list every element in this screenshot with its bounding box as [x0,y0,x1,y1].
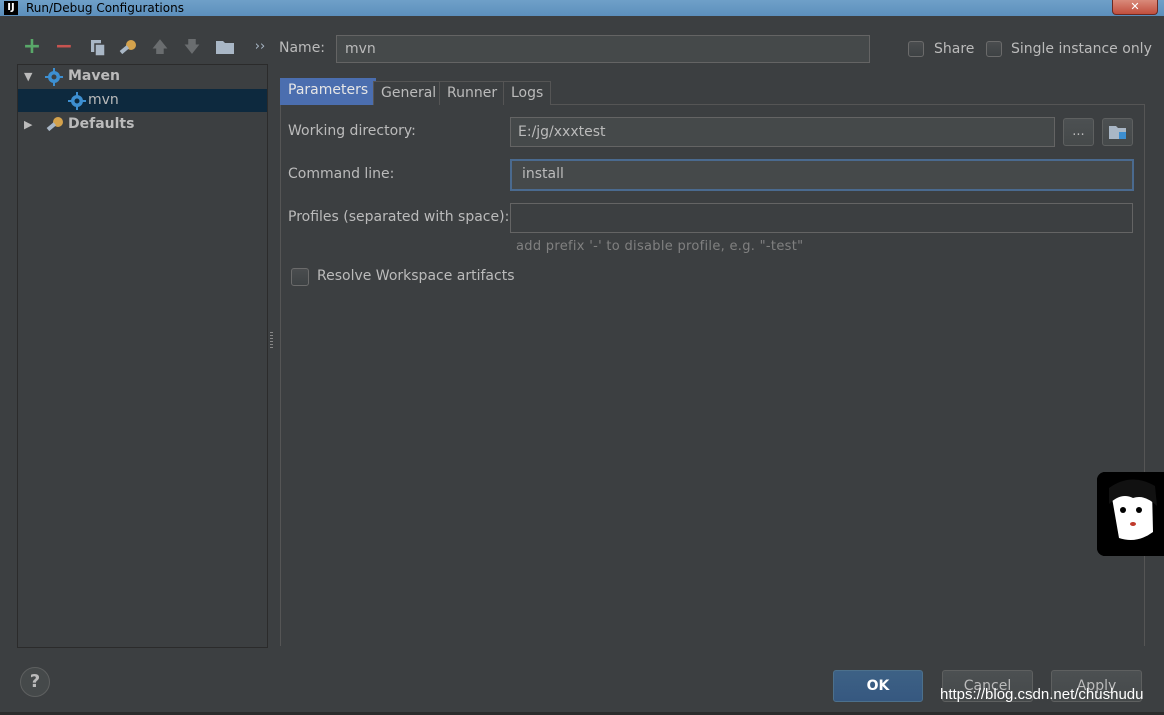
configuration-tree: ▼ Maven mvn ▶ Defaults [17,64,268,648]
copy-icon[interactable] [86,36,110,58]
more-icon[interactable]: ›› [248,36,272,58]
profiles-input[interactable] [510,203,1133,233]
tree-item-label: mvn [88,92,119,108]
avatar-widget[interactable] [1097,472,1164,556]
watermark-text: https://blog.csdn.net/chushudu [940,686,1144,703]
remove-icon[interactable]: − [52,36,76,58]
resolve-workspace-label: Resolve Workspace artifacts [317,268,515,284]
ok-button[interactable]: OK [833,670,923,702]
add-icon[interactable]: + [20,36,44,58]
folder-icon[interactable] [213,36,237,58]
avatar-image [1097,472,1164,556]
single-instance-label: Single instance only [1011,41,1152,57]
splitter-handle[interactable] [270,332,273,350]
working-directory-label: Working directory: [288,123,416,139]
app-icon: IJ [4,1,18,15]
name-label: Name: [279,40,326,56]
maven-gear-icon [68,92,86,110]
window-title: Run/Debug Configurations [26,1,184,15]
share-checkbox[interactable] [908,41,924,57]
tree-item-label: Defaults [68,116,135,132]
command-line-label: Command line: [288,166,395,182]
profiles-label: Profiles (separated with space): [288,209,510,225]
tree-item-mvn[interactable]: mvn [18,89,267,112]
folder-module-icon [1108,126,1126,139]
name-input[interactable]: mvn [336,35,870,63]
collapsed-arrow-icon[interactable]: ▶ [24,113,36,136]
move-down-icon[interactable]: 🡇 [180,36,204,58]
tree-item-defaults[interactable]: ▶ Defaults [18,113,267,136]
move-up-icon[interactable]: 🡅 [148,36,172,58]
expanded-arrow-icon[interactable]: ▼ [24,65,36,88]
working-directory-input[interactable]: E:/jg/xxxtest [510,117,1055,147]
title-bar: IJ Run/Debug Configurations ✕ [0,0,1164,16]
profiles-hint: add prefix '-' to disable profile, e.g. … [516,239,804,254]
tree-item-label: Maven [68,68,120,84]
share-label: Share [934,41,975,57]
single-instance-checkbox[interactable] [986,41,1002,57]
module-dir-button[interactable] [1102,118,1133,146]
browse-button[interactable]: ... [1063,118,1094,146]
tab-general[interactable]: General [373,81,445,105]
tab-logs[interactable]: Logs [503,81,552,105]
wrench-icon[interactable] [116,36,140,58]
maven-gear-icon [45,68,63,86]
tab-runner[interactable]: Runner [439,81,506,105]
wrench-icon [46,117,63,132]
tab-parameters[interactable]: Parameters [280,78,377,105]
tree-item-maven[interactable]: ▼ Maven [18,65,267,88]
resolve-workspace-checkbox[interactable] [291,268,309,286]
command-line-input[interactable]: install [510,159,1134,191]
close-button[interactable]: ✕ [1112,0,1158,15]
help-button[interactable]: ? [20,667,50,697]
